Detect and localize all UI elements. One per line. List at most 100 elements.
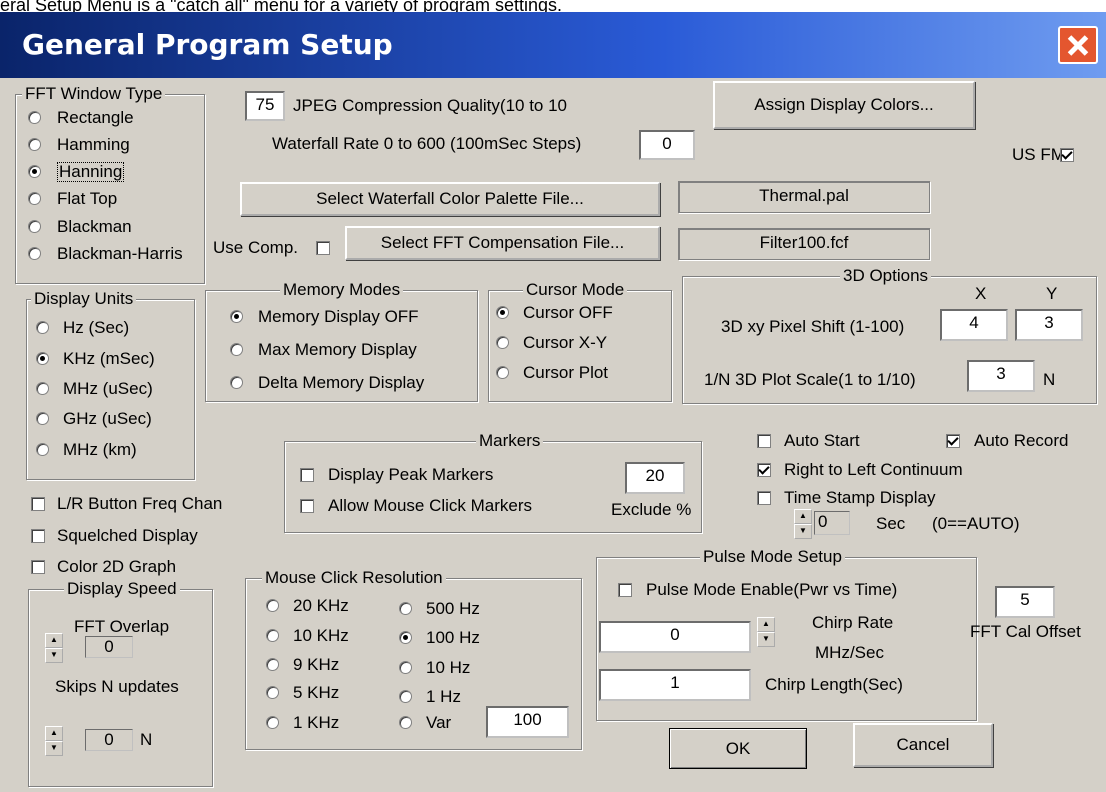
us-fm-label: US FM [1012, 145, 1065, 164]
radio-label: 10 Hz [426, 658, 471, 677]
radio-memory-max[interactable] [230, 343, 243, 356]
radio-label: Blackman [57, 217, 132, 236]
radio-cursor-off[interactable] [496, 306, 509, 319]
radio-rectangle[interactable] [28, 111, 41, 124]
exclude-percent-input[interactable]: 20 [625, 462, 685, 494]
ok-button[interactable]: OK [669, 728, 807, 769]
squelched-display-checkbox[interactable] [31, 529, 45, 543]
radio-label: 500 Hz [426, 599, 480, 618]
radio-blackman[interactable] [28, 220, 41, 233]
select-waterfall-palette-button[interactable]: Select Waterfall Color Palette File... [240, 182, 660, 216]
chirp-rate-spinner[interactable]: ▲ ▼ [757, 617, 775, 647]
auto-record-checkbox[interactable] [946, 434, 960, 448]
radio-var[interactable] [399, 716, 412, 729]
radio-1khz[interactable] [266, 716, 279, 729]
radio-label: Hamming [57, 135, 130, 154]
spin-up-icon[interactable]: ▲ [45, 633, 63, 648]
radio-label: 5 KHz [293, 683, 340, 702]
radio-cursor-plot[interactable] [496, 366, 509, 379]
allow-mouse-click-markers-checkbox[interactable] [300, 499, 314, 513]
radio-memory-off[interactable] [230, 310, 243, 323]
right-to-left-continuum-checkbox[interactable] [757, 463, 771, 477]
dialog-title: General Program Setup [22, 28, 393, 61]
use-comp-checkbox[interactable] [316, 241, 330, 255]
close-icon[interactable] [1058, 26, 1098, 64]
color-2d-graph-checkbox[interactable] [31, 560, 45, 574]
radio-label: 100 Hz [426, 628, 480, 647]
spin-up-icon[interactable]: ▲ [794, 509, 812, 524]
spin-down-icon[interactable]: ▼ [45, 648, 63, 663]
jpeg-quality-input[interactable]: 75 [245, 91, 285, 121]
markers-legend: Markers [476, 431, 544, 451]
skips-updates-value[interactable]: 0 [85, 729, 133, 751]
spin-up-icon[interactable]: ▲ [757, 617, 775, 632]
fft-overlap-spinner[interactable]: ▲ ▼ [45, 633, 63, 663]
spin-up-icon[interactable]: ▲ [45, 726, 63, 741]
radio-ghz[interactable] [36, 412, 49, 425]
lr-button-freq-chan-checkbox[interactable] [31, 497, 45, 511]
timestamp-spinner[interactable]: ▲ ▼ [794, 509, 812, 539]
radio-9khz[interactable] [266, 658, 279, 671]
radio-label: Var [426, 713, 452, 732]
radio-1hz[interactable] [399, 690, 412, 703]
checkbox-label: Right to Left Continuum [784, 460, 963, 479]
radio-label: GHz (uSec) [63, 409, 152, 428]
radio-label: Cursor OFF [523, 303, 613, 322]
palette-file-display: Thermal.pal [678, 181, 930, 213]
radio-500hz[interactable] [399, 602, 412, 615]
var-resolution-input[interactable]: 100 [486, 706, 569, 738]
radio-cursor-xy[interactable] [496, 336, 509, 349]
display-peak-markers-checkbox[interactable] [300, 468, 314, 482]
chirp-length-input[interactable]: 1 [599, 669, 751, 701]
radio-10khz[interactable] [266, 629, 279, 642]
radio-5khz[interactable] [266, 686, 279, 699]
radio-label: 9 KHz [293, 655, 340, 674]
radio-flat-top[interactable] [28, 192, 41, 205]
us-fm-checkbox[interactable] [1060, 148, 1074, 162]
assign-display-colors-button[interactable]: Assign Display Colors... [713, 81, 975, 129]
use-comp-label: Use Comp. [213, 238, 299, 257]
fft-cal-offset-label: FFT Cal Offset [970, 622, 1081, 641]
jpeg-quality-label: JPEG Compression Quality(10 to 10 [293, 96, 568, 115]
pulse-mode-enable-checkbox[interactable] [618, 583, 632, 597]
chirp-rate-input[interactable]: 0 [599, 621, 751, 653]
skips-updates-spinner[interactable]: ▲ ▼ [45, 726, 63, 756]
radio-label: Max Memory Display [258, 340, 417, 359]
radio-100hz[interactable] [399, 631, 412, 644]
select-compensation-file-button[interactable]: Select FFT Compensation File... [345, 226, 660, 260]
radio-label: Cursor Plot [523, 363, 609, 382]
display-speed-legend: Display Speed [64, 579, 180, 599]
time-stamp-display-checkbox[interactable] [757, 491, 771, 505]
radio-memory-delta[interactable] [230, 376, 243, 389]
auto-start-checkbox[interactable] [757, 434, 771, 448]
radio-hz[interactable] [36, 321, 49, 334]
radio-mhz-usec[interactable] [36, 382, 49, 395]
cancel-button[interactable]: Cancel [853, 723, 993, 767]
spin-down-icon[interactable]: ▼ [45, 741, 63, 756]
radio-label: MHz (uSec) [63, 379, 153, 398]
spin-down-icon[interactable]: ▼ [757, 632, 775, 647]
cursor-mode-legend: Cursor Mode [523, 280, 628, 300]
radio-blackman-harris[interactable] [28, 247, 41, 260]
checkbox-label: Auto Start [784, 431, 860, 450]
radio-mhz-km[interactable] [36, 443, 49, 456]
exclude-percent-label: Exclude % [611, 500, 692, 519]
radio-label: Hz (Sec) [63, 318, 130, 337]
fft-overlap-label: FFT Overlap [74, 617, 170, 636]
pixel-shift-x-input[interactable]: 4 [940, 309, 1008, 341]
pixel-shift-y-input[interactable]: 3 [1015, 309, 1083, 341]
fft-overlap-value[interactable]: 0 [85, 636, 133, 658]
dialog-window: General Program Setup FFT Window Type Re… [0, 12, 1106, 792]
timestamp-seconds-value[interactable]: 0 [814, 511, 850, 535]
checkbox-label: Auto Record [974, 431, 1069, 450]
fft-cal-offset-input[interactable]: 5 [995, 586, 1055, 618]
plot-scale-input[interactable]: 3 [967, 360, 1035, 392]
waterfall-rate-input[interactable]: 0 [639, 130, 695, 160]
radio-hanning[interactable] [28, 165, 41, 178]
radio-hamming[interactable] [28, 138, 41, 151]
radio-10hz[interactable] [399, 661, 412, 674]
spin-down-icon[interactable]: ▼ [794, 524, 812, 539]
radio-20khz[interactable] [266, 599, 279, 612]
radio-khz[interactable] [36, 352, 49, 365]
plot-scale-label: 1/N 3D Plot Scale(1 to 1/10) [704, 370, 916, 389]
